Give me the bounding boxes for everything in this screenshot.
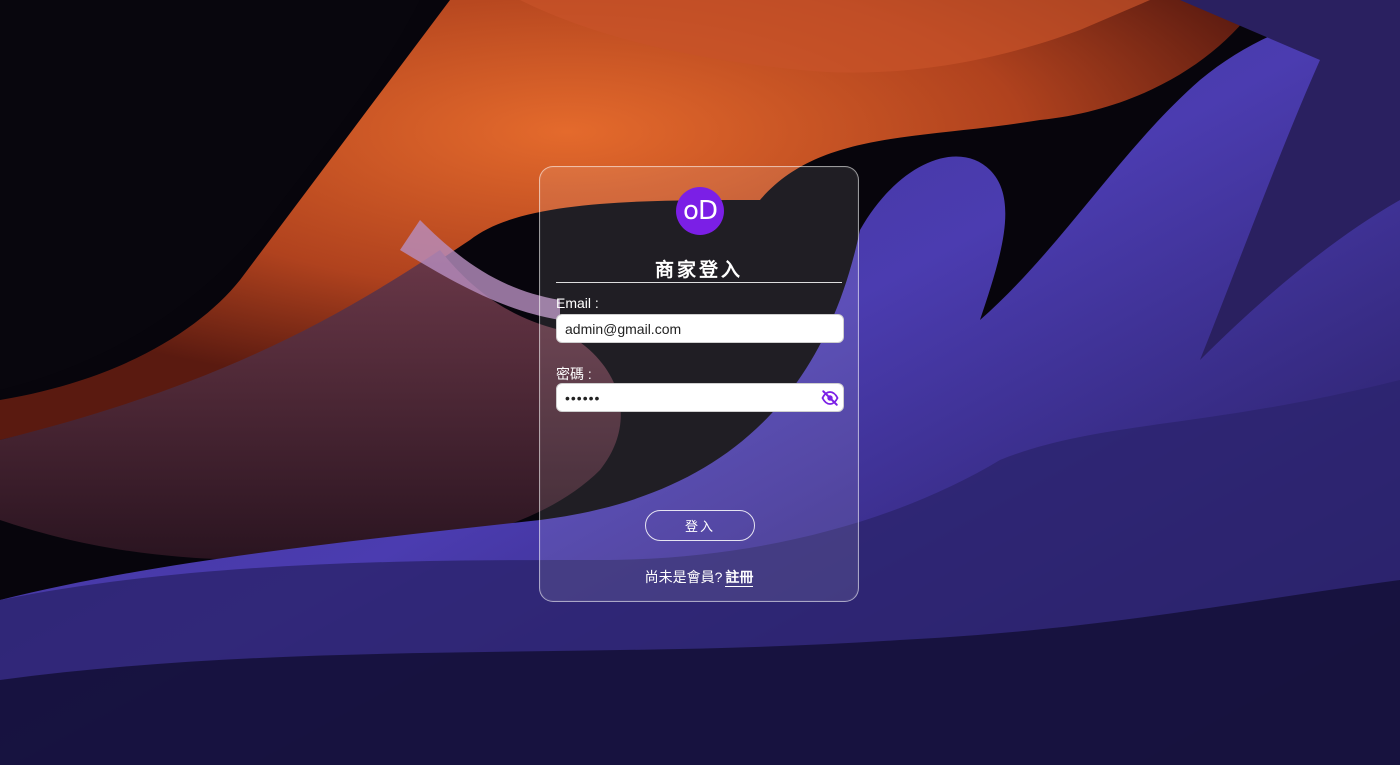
title-divider	[556, 282, 842, 283]
register-prompt: 尚未是會員? 註冊	[540, 567, 858, 587]
email-field[interactable]	[556, 314, 844, 343]
password-label: 密碼 :	[556, 366, 592, 382]
login-card: oD 商家登入 Email : 密碼 : 登入 尚未是會員?註冊	[539, 166, 859, 602]
eye-off-icon[interactable]	[821, 389, 839, 407]
register-prompt-text: 尚未是會員?	[644, 569, 723, 585]
page-title: 商家登入	[654, 260, 743, 281]
email-label: Email :	[556, 295, 599, 311]
register-link[interactable]: 註冊	[725, 569, 754, 587]
password-field[interactable]	[556, 383, 844, 412]
brand-logo: oD	[676, 187, 724, 235]
login-button[interactable]: 登入	[645, 510, 755, 541]
